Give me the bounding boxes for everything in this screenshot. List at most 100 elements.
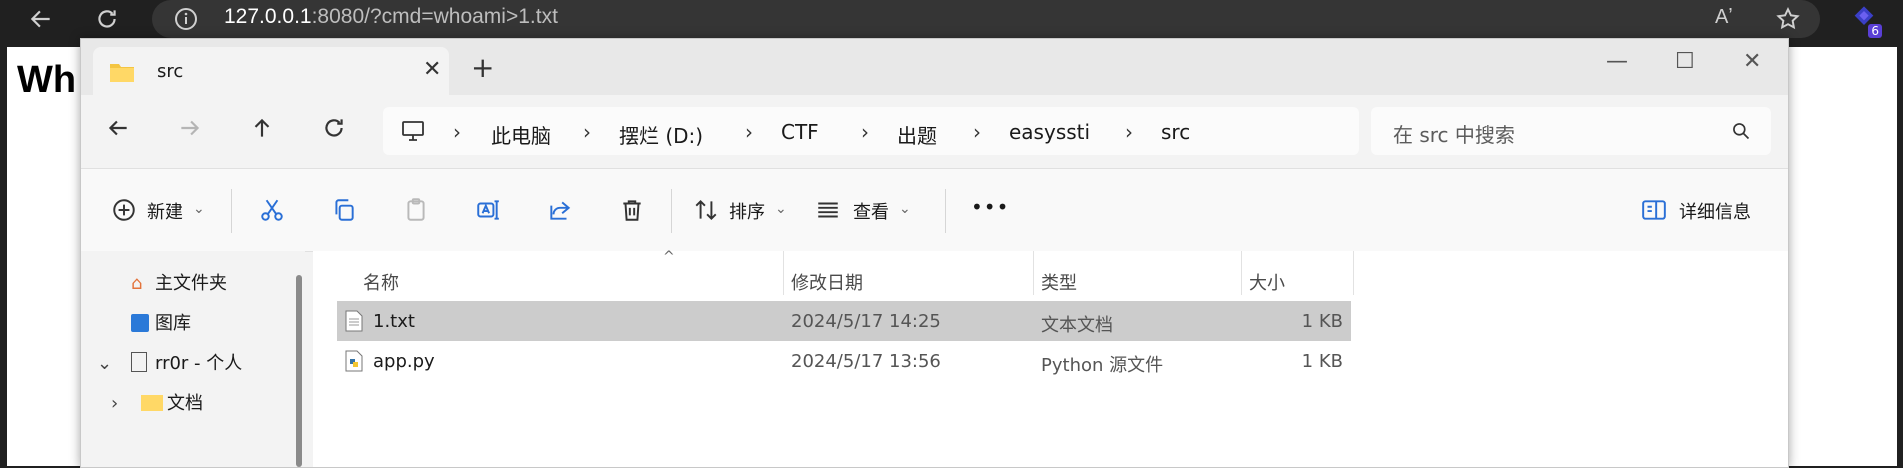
breadcrumb-item[interactable]: easyssti xyxy=(1009,120,1090,144)
address-bar[interactable]: 127.0.0.1:8080/?cmd=whoami>1.txt Aʼ xyxy=(152,0,1820,38)
column-divider[interactable] xyxy=(1241,251,1242,295)
close-tab-icon[interactable]: ✕ xyxy=(423,57,441,82)
view-icon[interactable] xyxy=(815,197,841,227)
new-plus-icon[interactable] xyxy=(111,197,137,227)
computer-icon[interactable] xyxy=(401,119,425,143)
close-window-icon[interactable]: ✕ xyxy=(1743,49,1761,74)
sidebar-item-label: 图库 xyxy=(155,313,191,334)
file-name: app.py xyxy=(373,351,435,372)
new-tab-icon[interactable]: + xyxy=(471,54,494,82)
file-size: 1 KB xyxy=(1301,351,1343,372)
command-bar: 新建 ⌄ 排序 ⌄ 查看 ⌄ ••• 详细信息 xyxy=(81,168,1788,252)
read-aloud-icon[interactable]: Aʼ xyxy=(1715,6,1733,29)
sort-button[interactable]: 排序 xyxy=(729,198,765,224)
breadcrumb-item[interactable]: src xyxy=(1161,120,1190,144)
home-icon: ⌂ xyxy=(131,273,143,294)
column-divider[interactable] xyxy=(783,251,784,295)
sidebar-item-label: 主文件夹 xyxy=(155,273,227,294)
details-button[interactable]: 详细信息 xyxy=(1679,198,1751,224)
up-icon[interactable] xyxy=(249,115,281,147)
forward-icon[interactable] xyxy=(177,115,209,147)
browser-toolbar: 127.0.0.1:8080/?cmd=whoami>1.txt Aʼ 6 xyxy=(0,0,1903,40)
page-heading: Wh xyxy=(17,59,77,101)
column-divider[interactable] xyxy=(1033,251,1034,295)
breadcrumb-item[interactable]: 此电脑 xyxy=(491,120,551,149)
copy-icon[interactable] xyxy=(331,197,357,227)
details-pane-icon[interactable] xyxy=(1641,197,1667,227)
share-icon[interactable] xyxy=(547,197,573,227)
breadcrumb[interactable]: › 此电脑 › 摆烂 (D:) › CTF › 出题 › easyssti › … xyxy=(383,107,1359,155)
sort-ascending-icon: ^ xyxy=(663,249,675,265)
back-icon[interactable] xyxy=(105,115,137,147)
url-host: 127.0.0.1 xyxy=(224,5,312,28)
file-type: 文本文档 xyxy=(1041,315,1113,336)
chevron-right-icon[interactable]: › xyxy=(111,393,141,414)
chevron-down-icon[interactable]: ⌄ xyxy=(899,201,911,217)
paste-icon[interactable] xyxy=(403,197,429,227)
info-icon[interactable] xyxy=(174,7,198,31)
chevron-down-icon[interactable]: ⌄ xyxy=(775,201,787,217)
table-row[interactable]: 1.txt 2024/5/17 14:25 文本文档 1 KB xyxy=(337,301,1351,341)
sidebar-item-label: 文档 xyxy=(167,393,203,414)
scrollbar[interactable] xyxy=(293,251,305,467)
chevron-down-icon[interactable]: ⌄ xyxy=(193,201,205,217)
chevron-right-icon[interactable]: › xyxy=(861,120,869,144)
folder-icon xyxy=(110,64,134,82)
column-header-name[interactable]: 名称 xyxy=(363,269,399,295)
divider xyxy=(945,189,946,233)
column-divider[interactable] xyxy=(1353,251,1354,295)
sidebar-item-gallery[interactable]: 图库 xyxy=(131,309,191,335)
back-icon[interactable] xyxy=(24,2,58,36)
breadcrumb-item[interactable]: 出题 xyxy=(897,120,937,149)
navigation-bar: › 此电脑 › 摆烂 (D:) › CTF › 出题 › easyssti › … xyxy=(81,95,1788,168)
divider xyxy=(671,189,672,233)
text-file-icon xyxy=(345,310,363,337)
extension-badge: 6 xyxy=(1868,24,1882,38)
search-placeholder: 在 src 中搜索 xyxy=(1393,123,1515,147)
refresh-icon[interactable] xyxy=(90,2,124,36)
column-header-size[interactable]: 大小 xyxy=(1249,269,1285,295)
breadcrumb-item[interactable]: 摆烂 (D:) xyxy=(619,120,703,149)
more-options-icon[interactable]: ••• xyxy=(971,195,1009,219)
refresh-icon[interactable] xyxy=(321,115,353,147)
chevron-right-icon[interactable]: › xyxy=(1125,120,1133,144)
scrollbar-thumb[interactable] xyxy=(296,275,302,467)
sidebar-item-label: rr0r - 个人 xyxy=(155,353,243,374)
column-header-type[interactable]: 类型 xyxy=(1041,269,1077,295)
tab-title: src xyxy=(157,61,184,82)
breadcrumb-item[interactable]: CTF xyxy=(781,120,819,144)
chevron-right-icon[interactable]: › xyxy=(745,120,753,144)
sidebar-item-onedrive[interactable]: ⌄ rr0r - 个人 xyxy=(97,349,242,375)
chevron-right-icon[interactable]: › xyxy=(973,120,981,144)
extension-icon[interactable]: 6 xyxy=(1850,4,1884,38)
divider xyxy=(231,189,232,233)
chevron-right-icon[interactable]: › xyxy=(453,120,461,144)
file-icon xyxy=(131,352,147,372)
view-button[interactable]: 查看 xyxy=(853,198,889,224)
search-icon[interactable] xyxy=(1731,121,1751,141)
minimize-icon[interactable]: — xyxy=(1606,49,1628,74)
sort-icon[interactable] xyxy=(693,197,719,227)
url-path: :8080/?cmd=whoami>1.txt xyxy=(311,5,558,28)
new-button[interactable]: 新建 xyxy=(147,198,183,224)
search-input[interactable]: 在 src 中搜索 xyxy=(1371,107,1771,155)
url-text[interactable]: 127.0.0.1:8080/?cmd=whoami>1.txt xyxy=(224,5,558,29)
sidebar-item-home[interactable]: ⌂ 主文件夹 xyxy=(131,269,227,295)
chevron-right-icon[interactable]: › xyxy=(583,120,591,144)
delete-icon[interactable] xyxy=(619,197,645,227)
rename-icon[interactable] xyxy=(475,197,501,227)
maximize-icon[interactable]: ☐ xyxy=(1675,49,1695,74)
sidebar-item-documents[interactable]: › 文档 xyxy=(111,389,203,415)
file-modified: 2024/5/17 13:56 xyxy=(791,351,941,372)
gallery-icon xyxy=(131,314,149,332)
file-size: 1 KB xyxy=(1301,311,1343,332)
favorite-star-icon[interactable] xyxy=(1775,6,1801,32)
file-name: 1.txt xyxy=(373,311,415,332)
cut-icon[interactable] xyxy=(259,197,285,227)
column-header-modified[interactable]: 修改日期 xyxy=(791,269,863,295)
navigation-pane: ⌂ 主文件夹 图库 ⌄ rr0r - 个人 › 文档 xyxy=(81,251,293,467)
chevron-down-icon[interactable]: ⌄ xyxy=(97,353,131,374)
file-type: Python 源文件 xyxy=(1041,355,1164,376)
table-row[interactable]: app.py 2024/5/17 13:56 Python 源文件 1 KB xyxy=(337,341,1351,381)
tab-src[interactable]: src ✕ xyxy=(93,47,449,95)
